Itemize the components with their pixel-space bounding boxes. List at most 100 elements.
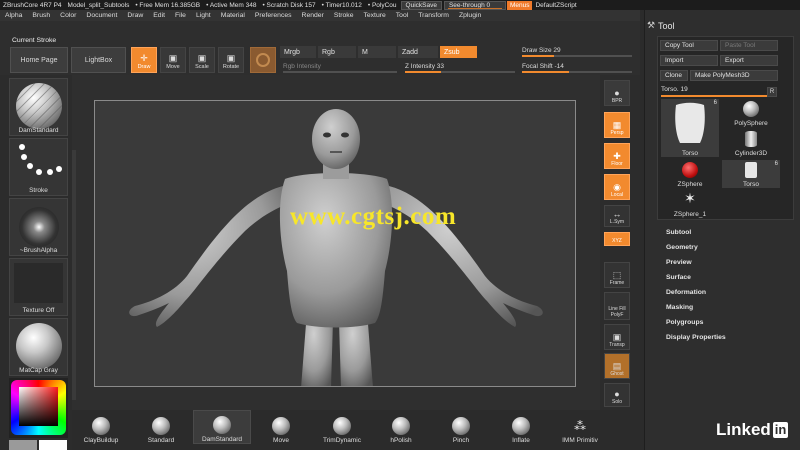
shelf-clay-buildup[interactable]: ClayBuildup (76, 410, 126, 444)
xyz-button[interactable]: XYZ (604, 232, 630, 246)
secondary-color-swatch[interactable] (39, 440, 67, 450)
menus-button[interactable]: Menus (506, 0, 533, 10)
tool-thumb-zsphere[interactable]: ZSphere (661, 160, 719, 188)
stroke-slot[interactable]: Stroke (9, 138, 68, 196)
tool-thumb-torso-2[interactable]: 6 Torso (722, 160, 780, 188)
material-swatch[interactable] (250, 47, 276, 73)
transp-button[interactable]: ▣ Transp (604, 324, 630, 350)
solo-button[interactable]: ● Solo (604, 383, 630, 407)
poly-count: • PolyCou (367, 1, 397, 9)
saturation-square[interactable] (19, 387, 58, 426)
shelf-imm-primitives[interactable]: ⁂ IMM Primitiv (552, 410, 608, 444)
focal-shift-slider[interactable]: Focal Shift -14 (522, 63, 632, 73)
r-button[interactable]: R (767, 87, 777, 97)
subpalette-geometry[interactable]: Geometry (666, 244, 698, 251)
tool-thumb-torso[interactable]: 6 Torso (661, 99, 719, 157)
quicksave-button[interactable]: QuickSave (400, 0, 442, 10)
line-fill-button[interactable]: Line Fill PolyF (604, 292, 630, 320)
default-zscript-button[interactable]: DefaultZScript (532, 2, 579, 9)
frame-button[interactable]: ⬚ Frame (604, 262, 630, 288)
menu-texture[interactable]: Texture (358, 12, 390, 19)
shelf-trim-dynamic[interactable]: TrimDynamic (313, 410, 371, 444)
active-mem: • Active Mem 348 (206, 1, 257, 9)
subpalette-surface[interactable]: Surface (666, 274, 691, 281)
lightbox-button[interactable]: LightBox (71, 47, 126, 73)
shelf-damstandard[interactable]: DamStandard (193, 410, 251, 444)
scratch-disk: • Scratch Disk 157 (262, 1, 316, 9)
copy-tool-button[interactable]: Copy Tool (660, 40, 718, 51)
left-scrollbar[interactable] (72, 150, 76, 400)
shelf-standard[interactable]: Standard (136, 410, 186, 444)
menu-alpha[interactable]: Alpha (0, 12, 27, 19)
mrgb-button[interactable]: Mrgb (280, 46, 316, 58)
material-slot[interactable]: MatCap Gray (9, 318, 68, 376)
floor-button[interactable]: ✚ Floor (604, 143, 630, 169)
brush-slot[interactable]: DamStandard (9, 78, 68, 136)
shelf-hpolish[interactable]: hPolish (376, 410, 426, 444)
rgb-button[interactable]: Rgb (318, 46, 356, 58)
shelf-pinch[interactable]: Pinch (436, 410, 486, 444)
move-button[interactable]: ▣ Move (160, 47, 186, 73)
tool-thumb-polysphere[interactable]: PolySphere (722, 99, 780, 127)
rgb-intensity-slider[interactable]: Rgb Intensity (283, 63, 397, 73)
subpalette-deformation[interactable]: Deformation (666, 289, 706, 296)
draw-size-slider[interactable]: Draw Size 29 (522, 47, 632, 57)
damstandard-icon (213, 416, 231, 434)
local-button[interactable]: ◉ Local (604, 174, 630, 200)
clay-buildup-icon (92, 417, 110, 435)
rotate-button[interactable]: ▣ Rotate (218, 47, 244, 73)
menu-document[interactable]: Document (81, 12, 122, 19)
lsym-button[interactable]: ↔ L.Sym (604, 205, 630, 227)
alpha-slot[interactable]: ~BrushAlpha (9, 198, 68, 256)
export-button[interactable]: Export (720, 55, 778, 66)
main-color-swatch[interactable] (9, 440, 37, 450)
menu-preferences[interactable]: Preferences (250, 12, 297, 19)
m-button[interactable]: M (358, 46, 396, 58)
menu-tool[interactable]: Tool (391, 12, 413, 19)
subpalette-polygroups[interactable]: Polygroups (666, 319, 703, 326)
draw-size-label: Draw Size 29 (522, 47, 561, 54)
menu-transform[interactable]: Transform (413, 12, 454, 19)
menu-file[interactable]: File (170, 12, 191, 19)
tool-thumb-zsphere-1[interactable]: ✶ ZSphere_1 (661, 190, 719, 218)
local-icon: ◉ (613, 182, 621, 192)
menu-brush[interactable]: Brush (27, 12, 55, 19)
menu-material[interactable]: Material (216, 12, 250, 19)
draw-button[interactable]: ✛ Draw (131, 47, 157, 73)
viewport-canvas[interactable] (94, 100, 576, 387)
see-through-slider[interactable]: See-through 0 (443, 0, 506, 10)
subpalette-subtool[interactable]: Subtool (666, 229, 691, 236)
move-brush-icon (272, 417, 290, 435)
menu-color[interactable]: Color (55, 12, 81, 19)
subpalette-masking[interactable]: Masking (666, 304, 693, 311)
menu-stroke[interactable]: Stroke (329, 12, 359, 19)
shelf-inflate[interactable]: Inflate (496, 410, 546, 444)
paste-tool-button[interactable]: Paste Tool (720, 40, 778, 51)
persp-button[interactable]: ▦ Persp (604, 112, 630, 138)
zadd-button[interactable]: Zadd (398, 46, 438, 58)
tool-thumb-cylinder[interactable]: Cylinder3D (722, 129, 780, 157)
z-intensity-slider[interactable]: Z Intensity 33 (405, 63, 515, 73)
menu-zplugin[interactable]: Zplugin (454, 12, 486, 19)
zsub-button[interactable]: Zsub (440, 46, 477, 58)
scale-button[interactable]: ▣ Scale (189, 47, 215, 73)
cylinder-icon (745, 131, 757, 147)
polysphere-icon (743, 101, 759, 117)
current-tool-slider[interactable]: Torso. 19 (661, 86, 783, 97)
ghost-button[interactable]: ▤ Ghost (604, 353, 630, 379)
texture-slot[interactable]: Texture Off (9, 258, 68, 316)
color-picker[interactable] (9, 378, 68, 438)
clone-button[interactable]: Clone (660, 70, 688, 81)
import-button[interactable]: Import (660, 55, 718, 66)
subpalette-preview[interactable]: Preview (666, 259, 692, 266)
menu-render[interactable]: Render (297, 12, 329, 19)
bpr-button[interactable]: ● BPR (604, 80, 630, 106)
shelf-move[interactable]: Move (256, 410, 306, 444)
make-polymesh-button[interactable]: Make PolyMesh3D (690, 70, 778, 81)
subpalette-display-properties[interactable]: Display Properties (666, 334, 726, 341)
menu-light[interactable]: Light (191, 12, 216, 19)
home-page-button[interactable]: Home Page (10, 47, 68, 73)
hpolish-icon (392, 417, 410, 435)
menu-draw[interactable]: Draw (122, 12, 148, 19)
menu-edit[interactable]: Edit (148, 12, 170, 19)
